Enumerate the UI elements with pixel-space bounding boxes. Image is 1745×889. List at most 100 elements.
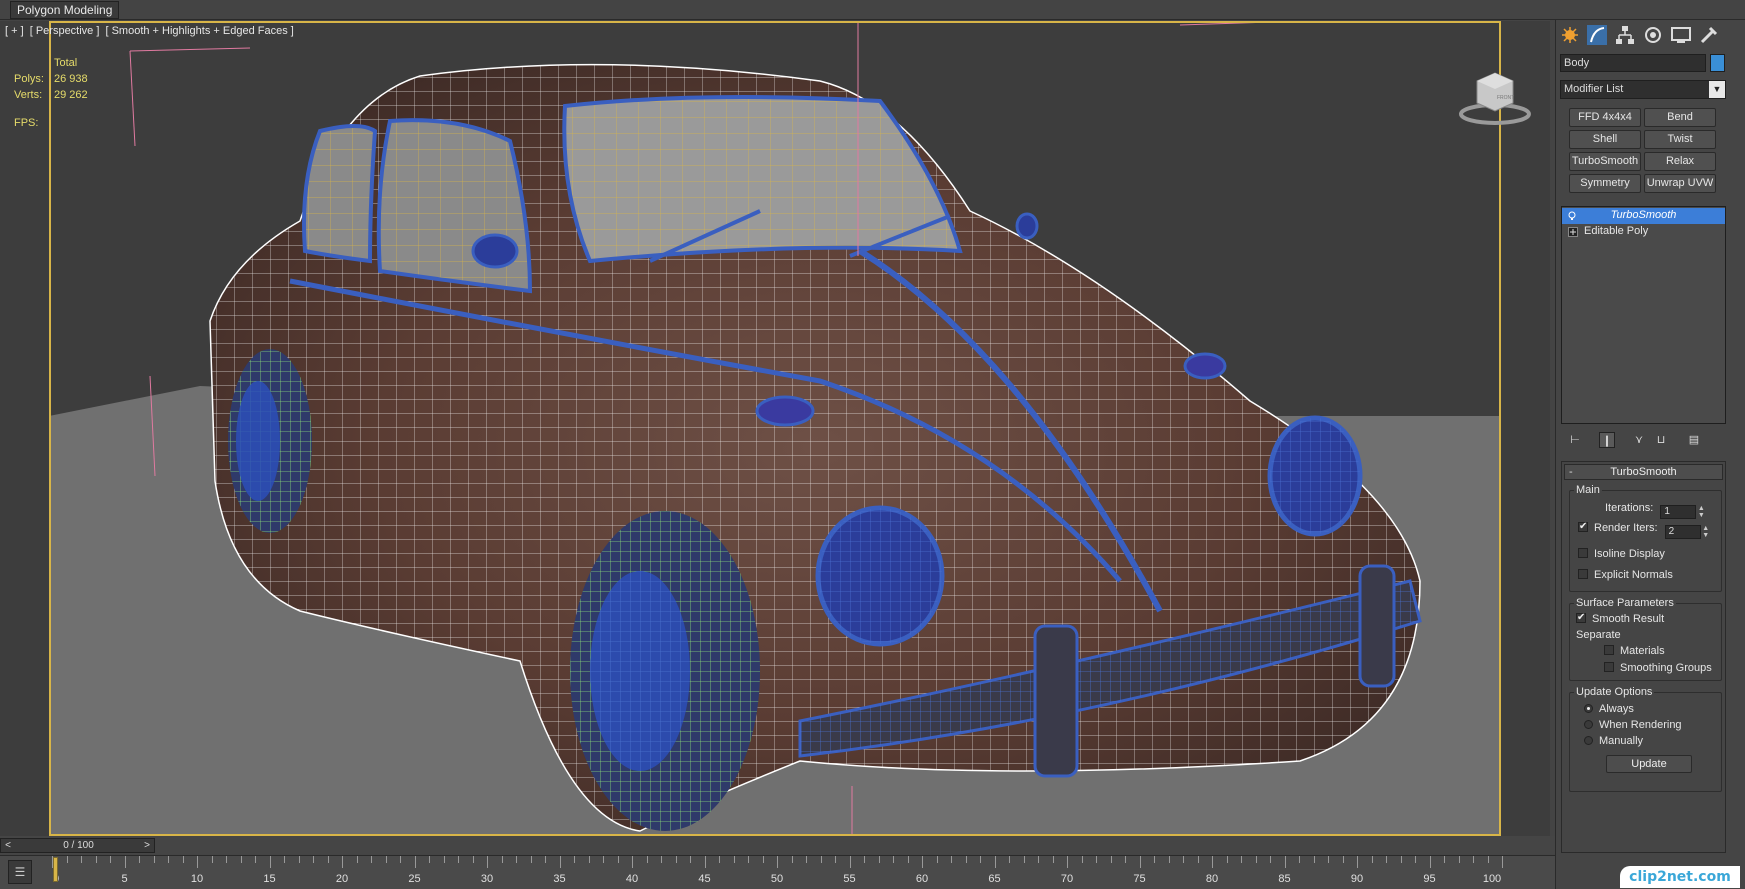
explicit-normals-checkbox[interactable] [1578, 569, 1588, 579]
modifier-list-dropdown[interactable]: Modifier List ▼ [1560, 80, 1726, 99]
ruler-tick [530, 856, 532, 863]
twist-button[interactable]: Twist [1644, 130, 1716, 149]
ruler-tick [1125, 856, 1126, 863]
track-bar[interactable]: ☰ 05101520253035404550556065707580859095… [0, 855, 1555, 889]
ruler-tick [269, 856, 271, 868]
when-rendering-radio[interactable] [1584, 720, 1593, 729]
viewport-shading-label[interactable]: [ Smooth + Highlights + Edged Faces ] [105, 25, 293, 37]
isoline-row: Isoline Display [1578, 547, 1665, 561]
ruler-tick [1052, 856, 1054, 863]
time-slider-counter: 0 / 100 [63, 840, 94, 851]
ruler-tick [1299, 856, 1300, 863]
manually-radio[interactable] [1584, 736, 1593, 745]
ruler-tick [255, 856, 256, 863]
ruler-tick [762, 856, 764, 863]
viewport-point-of-view-label[interactable]: [ Perspective ] [30, 25, 100, 37]
perspective-viewport[interactable]: [ + ] [ Perspective ] [ Smooth + Highlig… [0, 21, 1550, 836]
ruler-tick [1226, 856, 1228, 863]
rollout-title: TurboSmooth [1610, 466, 1677, 478]
viewcube[interactable]: FRONT [1457, 59, 1533, 129]
ruler-tick [1067, 856, 1068, 868]
turbosmooth-button[interactable]: TurboSmooth [1569, 152, 1641, 171]
shell-button[interactable]: Shell [1569, 130, 1641, 149]
always-radio[interactable] [1584, 704, 1593, 713]
utilities-icon[interactable] [1698, 24, 1720, 46]
stack-item-editable-poly[interactable]: Editable Poly [1562, 224, 1725, 240]
ruler-tick [313, 856, 314, 863]
make-unique-icon[interactable]: ⋎ [1631, 432, 1647, 448]
show-end-result-icon[interactable]: ❙ [1599, 432, 1615, 448]
chevron-right-icon[interactable]: > [140, 839, 154, 852]
ruler-tick [458, 856, 459, 863]
ruler-tick [878, 856, 880, 863]
motion-icon[interactable] [1642, 24, 1664, 46]
turbosmooth-rollout-header[interactable]: - TurboSmooth [1564, 464, 1723, 480]
ruler-label: 55 [843, 873, 856, 885]
ruler-tick [994, 856, 996, 868]
ruler-label: 50 [770, 873, 784, 885]
ruler-tick [284, 856, 285, 863]
ribbon-strip: Polygon Modeling [0, 0, 1745, 20]
ruler-tick [733, 856, 735, 863]
lightbulb-icon[interactable] [1567, 211, 1577, 221]
stack-item-label: Editable Poly [1584, 225, 1649, 237]
materials-label: Materials [1620, 645, 1665, 657]
materials-checkbox[interactable] [1604, 645, 1614, 655]
iterations-spinner[interactable]: 1 ▲ ▼ [1660, 505, 1705, 519]
symmetry-button[interactable]: Symmetry [1569, 174, 1641, 193]
smooth-result-checkbox[interactable] [1576, 611, 1586, 625]
spinner-arrows-icon[interactable]: ▲ ▼ [1697, 505, 1705, 519]
chevron-down-icon[interactable]: ▼ [1709, 81, 1725, 98]
ruler-tick [487, 856, 488, 868]
ruler-tick [1197, 856, 1199, 863]
ruler-label: 95 [1423, 873, 1436, 885]
collapse-icon[interactable]: - [1569, 465, 1573, 479]
ruler-label: 100 [1482, 873, 1502, 885]
expand-plus-icon[interactable] [1568, 227, 1578, 237]
smoothing-groups-checkbox[interactable] [1604, 662, 1614, 672]
object-name-field[interactable] [1560, 54, 1706, 72]
render-iters-spinner[interactable]: 2 ▲ ▼ [1664, 525, 1709, 539]
modifier-stack[interactable]: TurboSmooth Editable Poly [1561, 206, 1726, 424]
pin-stack-icon[interactable]: ⊢ [1567, 432, 1583, 448]
remove-modifier-icon[interactable]: ⊔ [1653, 432, 1669, 448]
isoline-display-checkbox[interactable] [1578, 548, 1588, 558]
ruler-tick [777, 856, 778, 868]
object-color-swatch[interactable] [1710, 54, 1725, 72]
configure-modifier-sets-icon[interactable]: ▤ [1686, 432, 1702, 448]
hierarchy-icon[interactable] [1614, 24, 1636, 46]
spinner-arrows-icon[interactable]: ▲ ▼ [1702, 525, 1710, 539]
viewport-menu-plus[interactable]: [ + ] [5, 25, 24, 37]
stack-item-turbosmooth[interactable]: TurboSmooth [1562, 208, 1725, 224]
ffd-button[interactable]: FFD 4x4x4 [1569, 108, 1641, 127]
mini-curve-editor-icon[interactable]: ☰ [8, 860, 32, 884]
ribbon-tab-polygon-modeling[interactable]: Polygon Modeling [10, 1, 120, 19]
ruler-tick [472, 856, 474, 863]
viewport-label[interactable]: [ + ] [ Perspective ] [ Smooth + Highlig… [5, 25, 297, 37]
timeline-bar: < 0 / 100 > [0, 836, 1555, 854]
create-icon[interactable] [1559, 24, 1581, 46]
display-icon[interactable] [1670, 24, 1692, 46]
time-slider[interactable]: < 0 / 100 > [0, 838, 155, 853]
ruler-label: 75 [1133, 873, 1146, 885]
ruler-tick [574, 856, 575, 863]
ruler-tick [661, 856, 662, 863]
surface-parameters-group: Surface Parameters Smooth Result Separat… [1569, 597, 1722, 681]
ruler-tick [1502, 856, 1503, 868]
smoothing-groups-label: Smoothing Groups [1620, 662, 1712, 674]
ruler-tick [922, 856, 923, 868]
bend-button[interactable]: Bend [1644, 108, 1716, 127]
ruler-tick [1241, 856, 1242, 863]
time-cursor[interactable] [53, 857, 58, 882]
modify-icon[interactable] [1586, 24, 1608, 46]
ruler-tick [646, 856, 648, 863]
render-iters-checkbox[interactable] [1578, 520, 1588, 534]
unwrap-uvw-button[interactable]: Unwrap UVW [1644, 174, 1716, 193]
ruler-tick [588, 856, 590, 863]
update-button[interactable]: Update [1606, 755, 1692, 773]
chevron-left-icon[interactable]: < [1, 839, 15, 852]
main-group-title: Main [1574, 484, 1602, 496]
when-rendering-row: When Rendering [1584, 718, 1682, 732]
ruler-tick [1400, 856, 1402, 863]
relax-button[interactable]: Relax [1644, 152, 1716, 171]
